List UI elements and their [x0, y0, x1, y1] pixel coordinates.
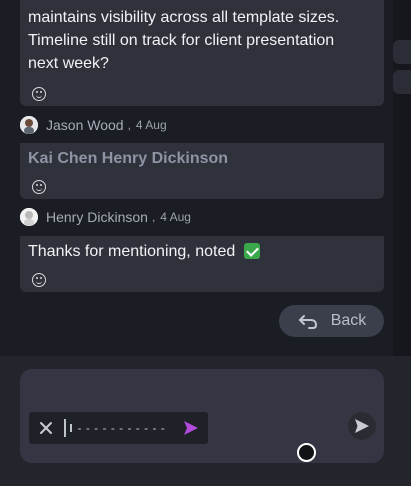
message-date: 4 Aug — [135, 118, 167, 132]
waveform-placeholder: - - - - - - - - - - - — [77, 421, 166, 435]
cursor-indicator — [297, 443, 316, 462]
message-line: next week? — [28, 55, 109, 72]
separator: , — [151, 210, 156, 224]
back-arrow-icon — [297, 310, 319, 332]
right-sidebar-tab[interactable] — [393, 70, 411, 94]
check-mark-emoji — [243, 243, 260, 259]
right-sidebar-tab[interactable] — [393, 40, 411, 64]
smiley-face-icon[interactable] — [32, 180, 46, 194]
message-text: Thanks for mentioning, noted — [28, 243, 260, 261]
voice-recorder: - - - - - - - - - - - — [29, 412, 208, 444]
avatar-image — [20, 208, 38, 226]
message-text: maintains visibility across all template… — [28, 6, 378, 75]
send-icon — [353, 417, 371, 435]
smiley-face-icon[interactable] — [32, 273, 46, 287]
message-bubble: maintains visibility across all template… — [20, 0, 384, 106]
back-button-label: Back — [330, 312, 367, 329]
message-bubble: Kai Chen Henry Dickinson — [20, 143, 384, 199]
mention-text: Kai Chen Henry Dickinson — [28, 150, 229, 167]
message-line: maintains visibility across all template… — [28, 9, 340, 26]
message-date: 4 Aug — [160, 210, 191, 224]
separator: , — [127, 118, 131, 132]
chat-app: maintains visibility across all template… — [0, 0, 411, 486]
smiley-face-icon[interactable] — [32, 87, 46, 101]
message-meta: Jason Wood , 4 Aug — [20, 115, 167, 135]
avatar — [20, 208, 38, 226]
avatar-image — [20, 116, 38, 134]
avatar — [20, 116, 38, 134]
close-icon[interactable] — [38, 420, 54, 436]
message-body: Thanks for mentioning, noted — [28, 243, 236, 260]
message-meta: Henry Dickinson , 4 Aug — [20, 207, 191, 227]
author-name[interactable]: Henry Dickinson — [46, 209, 148, 225]
waveform-marker — [70, 424, 72, 432]
back-button[interactable]: Back — [279, 305, 384, 337]
send-icon[interactable] — [182, 419, 200, 437]
message-bubble: Thanks for mentioning, noted — [20, 236, 384, 292]
author-name[interactable]: Jason Wood — [46, 117, 124, 133]
waveform-start — [64, 419, 66, 437]
send-button[interactable] — [348, 412, 376, 440]
waveform: - - - - - - - - - - - — [64, 418, 165, 438]
message-line: Timeline still on track for client prese… — [28, 32, 335, 49]
